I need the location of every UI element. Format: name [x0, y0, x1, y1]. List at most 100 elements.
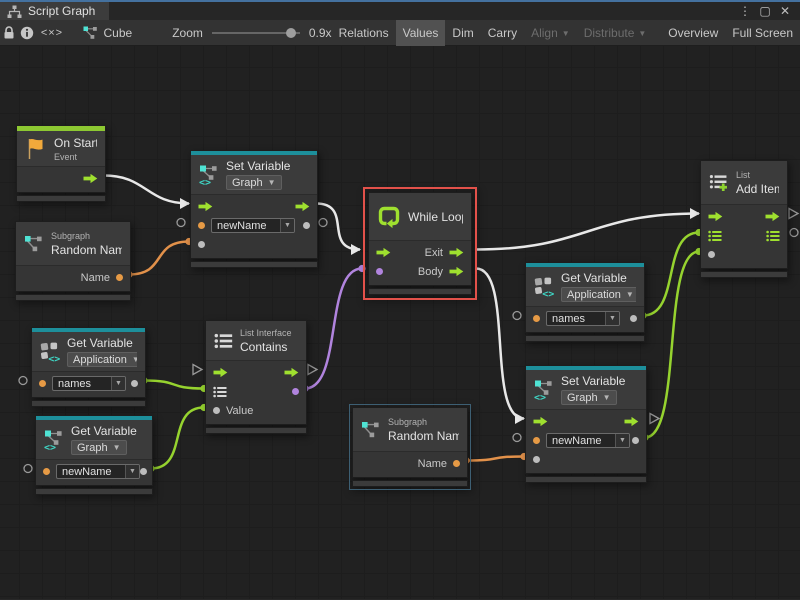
value-port-orange[interactable]	[39, 380, 46, 387]
value-port-gray[interactable]	[708, 251, 715, 258]
node-ports: Name	[353, 452, 467, 477]
zoom-slider[interactable]	[212, 32, 300, 34]
value-port-gray[interactable]	[213, 407, 220, 414]
value-port-gray[interactable]	[632, 437, 639, 444]
toolbar-button-relations[interactable]: Relations	[332, 20, 396, 46]
variable-scope-dropdown[interactable]: Application▼	[67, 352, 137, 367]
chevron-down-icon[interactable]: ▼	[125, 465, 139, 478]
zoom-slider-handle[interactable]	[286, 28, 296, 38]
variable-scope-dropdown[interactable]: Graph▼	[71, 440, 127, 455]
info-button[interactable]	[18, 20, 36, 46]
node-header: SubgraphRandom Name	[16, 222, 130, 266]
chevron-down-icon[interactable]: ▼	[280, 219, 294, 232]
chevron-down-icon: ▼	[113, 443, 121, 452]
get-variable-newname-left-node[interactable]: <>Get VariableGraph▼newName▼	[35, 415, 153, 495]
flow-port[interactable]	[376, 247, 391, 258]
wire[interactable]	[104, 176, 189, 204]
flow-port[interactable]	[449, 247, 464, 258]
toolbar-button-dim[interactable]: Dim	[445, 20, 480, 46]
wire[interactable]	[144, 381, 204, 389]
value-port-purple[interactable]	[376, 268, 383, 275]
node-footer	[352, 480, 468, 487]
wire[interactable]	[466, 457, 524, 461]
variable-name-dropdown[interactable]: newName▼	[211, 218, 295, 233]
flow-port[interactable]	[295, 201, 310, 212]
port-row: names▼	[526, 309, 644, 328]
close-icon[interactable]: ✕	[775, 2, 795, 20]
wire[interactable]	[151, 408, 204, 469]
flow-port[interactable]	[765, 211, 780, 222]
value-port-orange[interactable]	[533, 315, 540, 322]
value-port-orange[interactable]	[533, 437, 540, 444]
toolbar-button-carry[interactable]: Carry	[481, 20, 524, 46]
toolbar-button-values[interactable]: Values	[396, 20, 446, 46]
variable-scope-dropdown[interactable]: Application▼	[561, 287, 636, 302]
variable-name-dropdown[interactable]: newName▼	[56, 464, 140, 479]
varGraph-icon: <>	[534, 379, 554, 401]
flow-port[interactable]	[198, 201, 213, 212]
flow-port[interactable]	[284, 367, 299, 378]
set-variable-right-node[interactable]: <>Set VariableGraph▼newName▼	[525, 365, 647, 483]
toolbar-button-full-screen[interactable]: Full Screen	[725, 20, 800, 46]
chevron-down-icon: ▼	[132, 355, 137, 364]
value-port-orange[interactable]	[43, 468, 50, 475]
node-title: Random Name	[388, 429, 459, 443]
get-variable-names-left-node[interactable]: <>Get VariableApplication▼names▼	[31, 327, 146, 407]
value-port-gray[interactable]	[303, 222, 310, 229]
list-port[interactable]	[766, 230, 780, 242]
chevron-down-icon: ▼	[603, 393, 611, 402]
value-port-gray[interactable]	[630, 315, 637, 322]
set-variable-left-node[interactable]: <>Set VariableGraph▼newName▼	[190, 150, 318, 268]
flow-port[interactable]	[533, 416, 548, 427]
value-port-gray[interactable]	[140, 468, 147, 475]
list-contains-node[interactable]: List InterfaceContainsValue	[205, 320, 307, 434]
graph-canvas[interactable]: On StartEvent<>Set VariableGraph▼newName…	[0, 46, 800, 599]
flow-port[interactable]	[624, 416, 639, 427]
variable-name-dropdown[interactable]: names▼	[52, 376, 126, 391]
variable-scope-dropdown[interactable]: Graph▼	[561, 390, 617, 405]
list-port[interactable]	[708, 230, 722, 242]
wire[interactable]	[643, 233, 699, 316]
wire[interactable]	[129, 242, 189, 275]
tab-script-graph[interactable]: Script Graph	[0, 2, 109, 20]
value-port-orange[interactable]	[198, 222, 205, 229]
value-port-purple[interactable]	[292, 388, 299, 395]
value-port-orange[interactable]	[116, 274, 123, 281]
list-add-item-node[interactable]: ListAdd Item	[700, 160, 788, 278]
graph-reference[interactable]: Cube	[83, 26, 133, 40]
subgraph-random-name-center-node[interactable]: SubgraphRandom NameName	[349, 404, 471, 490]
list-port[interactable]	[213, 386, 227, 398]
get-variable-names-right-node[interactable]: <>Get VariableApplication▼names▼	[525, 262, 645, 342]
menu-icon[interactable]: ⋮	[735, 2, 755, 20]
on-start-event-node[interactable]: On StartEvent	[16, 125, 106, 202]
port-row	[701, 226, 787, 245]
wire[interactable]	[645, 252, 699, 438]
info-icon	[20, 26, 34, 40]
wire-arrowhead-icon	[351, 244, 361, 255]
lock-button[interactable]	[0, 20, 18, 46]
value-port-gray[interactable]	[131, 380, 138, 387]
code-toggle-button[interactable]: <×>	[35, 20, 68, 46]
chevron-down-icon[interactable]: ▼	[605, 312, 619, 325]
subgraph-random-name-left-node[interactable]: SubgraphRandom NameName	[15, 221, 131, 301]
variable-scope-dropdown[interactable]: Graph▼	[226, 175, 282, 190]
script-graph-icon	[7, 5, 22, 18]
toolbar-button-overview[interactable]: Overview	[661, 20, 725, 46]
wire[interactable]	[476, 269, 524, 419]
node-ports: newName▼	[36, 460, 152, 485]
flow-port[interactable]	[708, 211, 723, 222]
wire[interactable]	[476, 214, 699, 250]
value-port-gray[interactable]	[533, 456, 540, 463]
variable-name-dropdown[interactable]: newName▼	[546, 433, 630, 448]
value-port-gray[interactable]	[198, 241, 205, 248]
flow-port[interactable]	[213, 367, 228, 378]
flow-port[interactable]	[83, 173, 98, 184]
value-port-orange[interactable]	[453, 460, 460, 467]
flow-port[interactable]	[449, 266, 464, 277]
maximize-icon[interactable]: ▢	[755, 2, 775, 20]
variable-name-dropdown[interactable]: names▼	[546, 311, 620, 326]
while-loop-node[interactable]: While LoopExitBody	[363, 187, 477, 300]
chevron-down-icon[interactable]: ▼	[615, 434, 629, 447]
chevron-down-icon[interactable]: ▼	[111, 377, 125, 390]
wire[interactable]	[305, 269, 362, 389]
